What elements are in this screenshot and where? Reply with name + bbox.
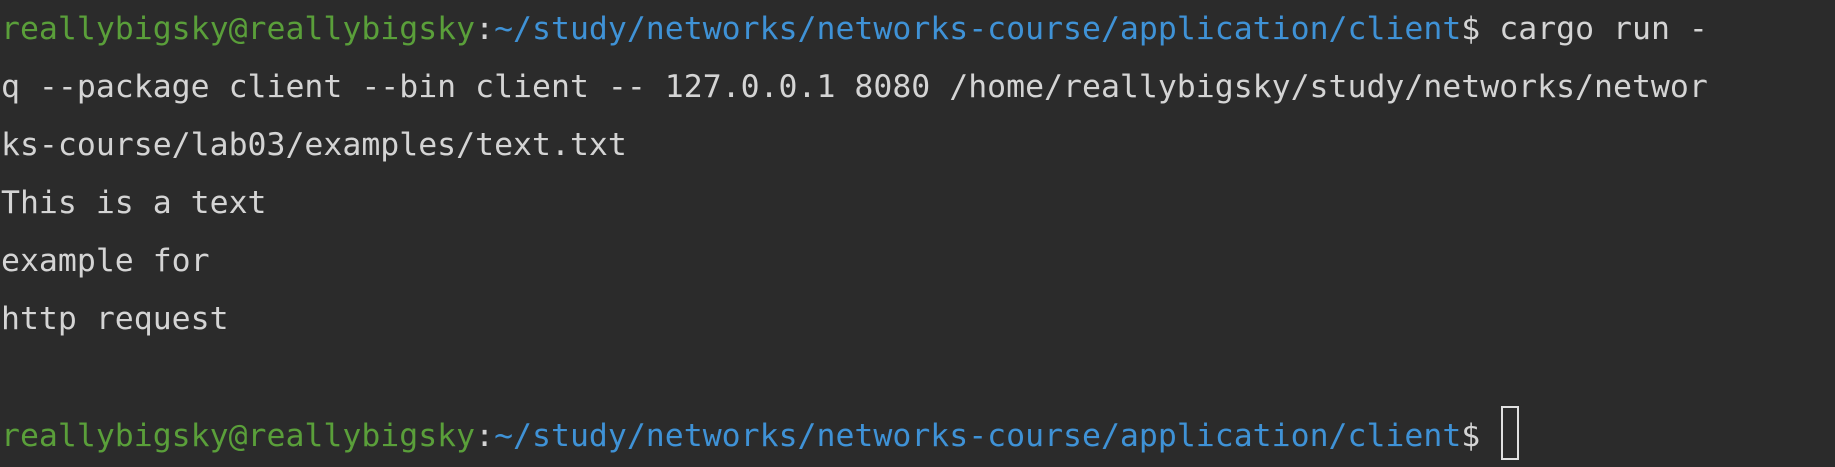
- command-line-3: ks-course/lab03/examples/text.txt: [1, 127, 627, 163]
- prompt-dollar: $: [1461, 418, 1481, 454]
- prompt-separator: :: [475, 418, 495, 454]
- block-cursor-icon: [1501, 406, 1520, 460]
- output-line-3: http request: [1, 301, 229, 337]
- output-line-1: This is a text: [1, 185, 267, 221]
- terminal-window[interactable]: reallybigsky@reallybigsky:~/study/networ…: [0, 0, 1835, 467]
- prompt-path: ~/study/networks/networks-course/applica…: [494, 418, 1462, 454]
- output-line-2: example for: [1, 243, 210, 279]
- command-text: cargo run -: [1480, 11, 1708, 47]
- prompt-line[interactable]: reallybigsky@reallybigsky:~/study/networ…: [0, 406, 1835, 464]
- prompt-user-host: reallybigsky@reallybigsky: [1, 418, 476, 454]
- prompt-dollar: $: [1461, 11, 1481, 47]
- command-line-2: q --package client --bin client -- 127.0…: [1, 69, 1708, 105]
- prompt-path: ~/study/networks/networks-course/applica…: [494, 11, 1462, 47]
- command-line-1: reallybigsky@reallybigsky:~/study/networ…: [0, 0, 1835, 58]
- prompt-user-host: reallybigsky@reallybigsky: [1, 11, 476, 47]
- prompt-separator: :: [475, 11, 495, 47]
